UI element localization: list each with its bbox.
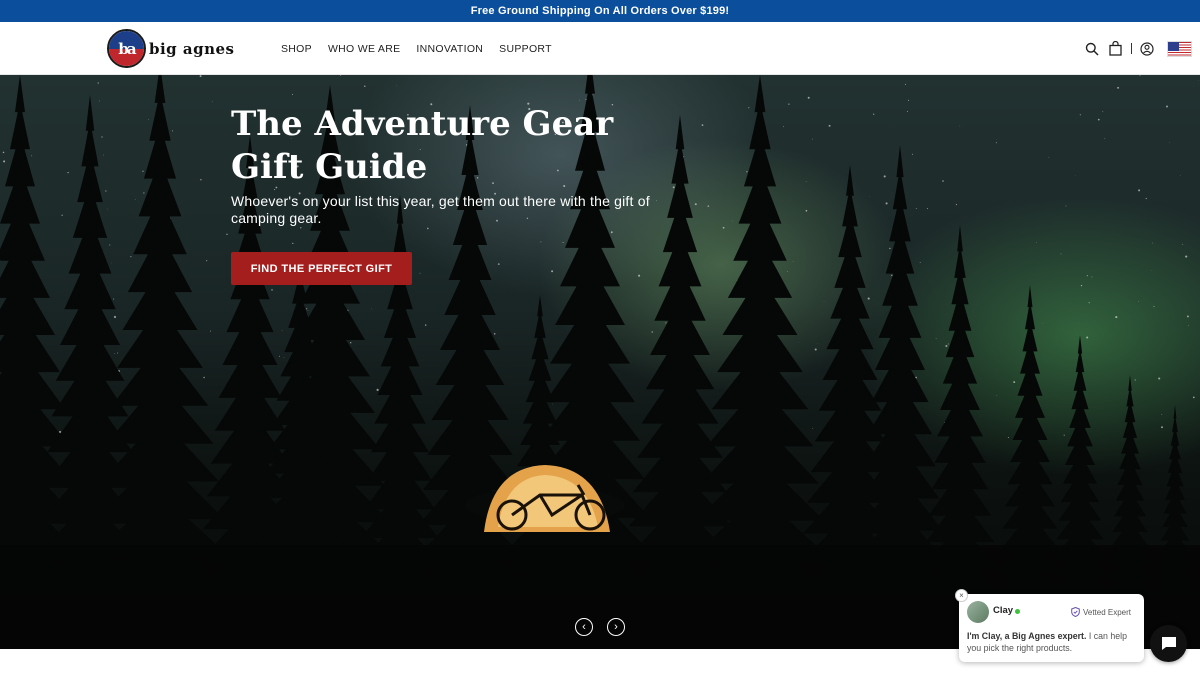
vetted-expert-label: Vetted Expert xyxy=(1082,607,1131,617)
logo[interactable]: ba big agnes xyxy=(107,29,235,68)
cart-icon[interactable] xyxy=(1107,41,1123,57)
logo-monogram: ba xyxy=(118,39,136,58)
chat-launcher-button[interactable] xyxy=(1150,625,1187,662)
chat-message-intro: I'm Clay, a Big Agnes expert. xyxy=(967,631,1087,641)
nav-support[interactable]: SUPPORT xyxy=(499,43,552,55)
vetted-expert-badge: Vetted Expert xyxy=(1071,607,1131,617)
chat-close-button[interactable]: × xyxy=(955,589,968,602)
chat-message: I'm Clay, a Big Agnes expert. I can help… xyxy=(967,630,1139,654)
nav-innovation[interactable]: INNOVATION xyxy=(416,43,483,55)
promo-text: Free Ground Shipping On All Orders Over … xyxy=(470,5,730,17)
carousel-next-button[interactable]: › xyxy=(607,618,625,636)
search-icon[interactable] xyxy=(1084,41,1100,57)
header-divider xyxy=(1131,43,1132,54)
find-perfect-gift-button[interactable]: FIND THE PERFECT GIFT xyxy=(231,252,412,285)
site-header: ba big agnes SHOP WHO WE ARE INNOVATION … xyxy=(0,22,1200,75)
account-icon[interactable] xyxy=(1139,41,1155,57)
chevron-left-icon: ‹ xyxy=(582,621,586,633)
chat-prompt-card[interactable]: Clay Vetted Expert I'm Clay, a Big Agnes… xyxy=(959,594,1144,662)
avatar xyxy=(967,601,989,623)
chat-icon xyxy=(1161,637,1176,650)
hero-subtitle: Whoever's on your list this year, get th… xyxy=(231,193,650,226)
hero-title: The Adventure Gear Gift Guide xyxy=(231,104,614,187)
hero-banner: The Adventure Gear Gift Guide Whoever's … xyxy=(0,75,1200,649)
nav-who-we-are[interactable]: WHO WE ARE xyxy=(328,43,400,55)
close-icon: × xyxy=(959,591,964,600)
us-flag-icon[interactable] xyxy=(1167,40,1192,57)
chevron-right-icon: › xyxy=(614,621,618,633)
online-status-dot xyxy=(1015,609,1020,614)
logo-badge: ba xyxy=(107,29,146,68)
header-icons xyxy=(1077,22,1192,75)
shield-check-icon xyxy=(1071,607,1080,617)
nav-shop[interactable]: SHOP xyxy=(281,43,312,55)
main-nav: SHOP WHO WE ARE INNOVATION SUPPORT xyxy=(281,22,568,75)
logo-wordmark: big agnes xyxy=(149,39,235,58)
promo-banner: Free Ground Shipping On All Orders Over … xyxy=(0,0,1200,22)
carousel-prev-button[interactable]: ‹ xyxy=(575,618,593,636)
chat-expert-name: Clay xyxy=(993,605,1014,616)
